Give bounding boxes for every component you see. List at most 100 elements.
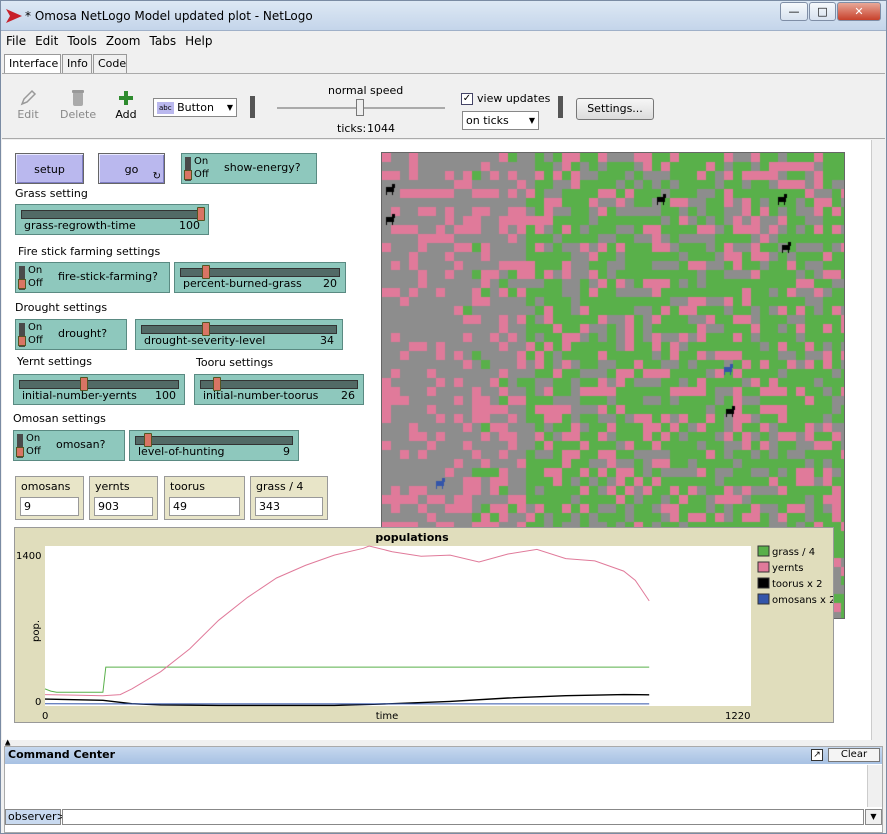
expand-icon[interactable]: ↗ <box>811 749 823 761</box>
slider-label: level-of-hunting <box>138 445 225 458</box>
interface-scrollbar[interactable] <box>871 140 885 740</box>
slider-label: grass-regrowth-time <box>24 219 136 232</box>
edit-label: Edit <box>17 108 39 121</box>
add-label: Add <box>115 108 137 121</box>
fire-stick-farming-switch[interactable]: On Off fire-stick-farming? <box>15 262 170 293</box>
switch-knob <box>184 170 192 180</box>
slider-value: 9 <box>283 445 290 458</box>
delete-button[interactable]: Delete <box>60 88 96 121</box>
legend-label-toorus: toorus x 2 <box>772 579 822 590</box>
chevron-down-icon: ▼ <box>528 116 535 125</box>
plot-area <box>45 546 751 706</box>
switch-off-label: Off <box>26 446 41 457</box>
initial-number-yernts-slider[interactable]: initial-number-yernts 100 <box>13 374 185 405</box>
widget-type-dropdown[interactable]: abc Button ▼ <box>153 98 237 117</box>
button-widget-icon: abc <box>157 102 174 114</box>
grass-regrowth-time-slider[interactable]: grass-regrowth-time 100 <box>15 204 209 235</box>
tab-interface[interactable]: Interface <box>4 54 61 74</box>
switch-off-label: Off <box>28 335 43 346</box>
command-center-title: Command Center <box>5 747 882 764</box>
menu-zoom[interactable]: Zoom <box>101 32 145 48</box>
update-mode-dropdown[interactable]: on ticks ▼ <box>462 111 539 130</box>
legend-label-grass: grass / 4 <box>772 547 815 558</box>
slider-label: percent-burned-grass <box>183 277 302 290</box>
omosan-switch[interactable]: On Off omosan? <box>13 430 125 461</box>
speed-label: normal speed <box>328 84 404 97</box>
clear-button[interactable]: Clear <box>828 748 880 762</box>
slider-track <box>21 210 203 219</box>
command-output <box>5 765 865 807</box>
x-axis-min: 0 <box>42 711 48 722</box>
level-of-hunting-slider[interactable]: level-of-hunting 9 <box>129 430 299 461</box>
show-energy-switch[interactable]: On Off show-energy? <box>181 153 317 184</box>
tab-info[interactable]: Info <box>62 54 92 73</box>
switch-off-label: Off <box>28 278 43 289</box>
yernts-monitor: yernts 903 <box>89 476 158 520</box>
plot-svg: populations 1400 0 pop. 0 1220 time gras… <box>16 531 836 722</box>
chevron-down-icon: ▼ <box>226 103 233 112</box>
menu-bar: File Edit Tools Zoom Tabs Help <box>1 32 886 51</box>
monitor-value: 49 <box>169 497 240 516</box>
slider-label: drought-severity-level <box>144 334 266 347</box>
trash-icon <box>72 90 84 106</box>
omosan-label: omosan? <box>56 438 106 451</box>
drought-switch[interactable]: On Off drought? <box>15 319 127 350</box>
netlogo-window: * Omosa NetLogo Model updated plot - Net… <box>0 0 887 834</box>
slider-value: 26 <box>341 389 355 402</box>
drought-severity-level-slider[interactable]: drought-severity-level 34 <box>135 319 343 350</box>
grass-monitor: grass / 4 343 <box>250 476 328 520</box>
slider-value: 100 <box>179 219 200 232</box>
tab-code[interactable]: Code <box>93 54 127 73</box>
observer-prompt[interactable]: observer> <box>5 809 66 825</box>
settings-button[interactable]: Settings... <box>576 98 654 120</box>
switch-on-label: On <box>28 265 43 276</box>
switch-knob <box>16 447 24 457</box>
menu-file[interactable]: File <box>1 32 30 48</box>
update-mode-value: on ticks <box>466 114 509 127</box>
monitor-label: omosans <box>21 480 71 493</box>
legend-swatch-grass <box>757 545 770 557</box>
toolbar-separator <box>250 96 255 118</box>
menu-edit[interactable]: Edit <box>30 32 62 48</box>
menu-help[interactable]: Help <box>180 32 216 48</box>
fire-stick-farming-label: fire-stick-farming? <box>58 270 158 283</box>
view-updates-checkbox[interactable]: ✓ <box>461 93 473 105</box>
go-button[interactable]: go ↻ <box>98 153 165 184</box>
menu-tabs[interactable]: Tabs <box>145 32 181 48</box>
yernt-setting-note: Yernt settings <box>17 355 93 368</box>
close-icon: ✕ <box>854 5 864 18</box>
window-title: * Omosa NetLogo Model updated plot - Net… <box>25 9 313 23</box>
monitor-label: yernts <box>95 480 130 493</box>
switch-off-label: Off <box>194 169 209 180</box>
view-updates-label: view updates <box>477 92 551 105</box>
switch-knob <box>18 279 26 289</box>
legend-label-yernts: yernts <box>772 563 803 574</box>
command-input[interactable] <box>62 809 864 825</box>
show-energy-label: show-energy? <box>224 161 301 174</box>
initial-number-toorus-slider[interactable]: initial-number-toorus 26 <box>194 374 364 405</box>
pencil-icon <box>20 89 37 106</box>
title-bar: * Omosa NetLogo Model updated plot - Net… <box>1 1 886 31</box>
y-axis-max: 1400 <box>16 551 41 562</box>
edit-button[interactable]: Edit <box>16 88 40 121</box>
x-axis-max: 1220 <box>725 711 750 722</box>
setup-button[interactable]: setup <box>15 153 84 184</box>
maximize-icon: □ <box>817 5 828 18</box>
minimize-button[interactable]: — <box>780 2 808 21</box>
drought-setting-note: Drought settings <box>15 301 108 314</box>
history-chevron-down-icon[interactable]: ▼ <box>865 809 882 825</box>
close-button[interactable]: ✕ <box>837 2 881 21</box>
speed-slider-knob[interactable] <box>356 99 364 116</box>
legend-label-omosans: omosans x 2 <box>772 595 833 606</box>
monitor-label: grass / 4 <box>256 480 304 493</box>
monitor-value: 903 <box>94 497 153 516</box>
populations-plot: populations 1400 0 pop. 0 1220 time gras… <box>14 527 836 723</box>
output-scrollbar[interactable] <box>867 765 882 807</box>
add-button[interactable]: Add <box>114 88 138 121</box>
menu-tools[interactable]: Tools <box>62 32 101 48</box>
minimize-icon: — <box>788 5 800 18</box>
ticks-value: 1044 <box>367 122 395 135</box>
monitor-value: 9 <box>20 497 79 516</box>
percent-burned-grass-slider[interactable]: percent-burned-grass 20 <box>174 262 346 293</box>
maximize-button[interactable]: □ <box>809 2 836 21</box>
